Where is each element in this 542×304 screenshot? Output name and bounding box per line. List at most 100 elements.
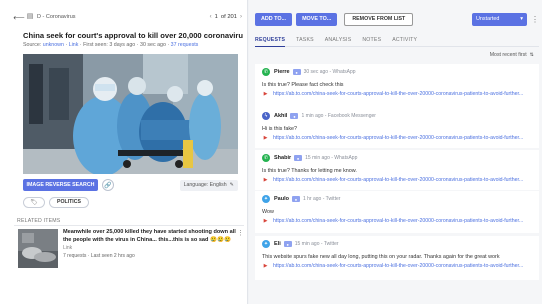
related-thumbnail[interactable] <box>18 229 58 268</box>
request-link[interactable]: ▶ https://ab.to.com/china-seek-for-court… <box>262 135 533 141</box>
sort-icon: ⇅ <box>529 52 534 58</box>
requester-name[interactable]: Eli <box>274 241 281 247</box>
related-items-heading: RELATED ITEMS <box>17 218 61 224</box>
pencil-icon: ✎ <box>229 182 234 188</box>
sort-selector[interactable]: Most recent first ⇅ <box>490 52 534 58</box>
messenger-icon: ϟ <box>262 112 270 120</box>
request-time: 1 hr ago - Twitter <box>302 196 341 202</box>
related-source[interactable]: Link <box>63 245 241 251</box>
more-options-icon[interactable]: ⋮ <box>531 13 539 26</box>
media-image[interactable] <box>23 54 238 174</box>
user-icon: ● <box>292 69 301 75</box>
detail-tabs: REQUESTS TASKS ANALYSIS NOTES ACTIVITY <box>255 35 539 47</box>
pager-current: 1 <box>214 14 218 20</box>
request-card: ✆ Pierre ● 30 sec ago - WhatsApp Is this… <box>255 64 539 108</box>
move-to-button[interactable]: MOVE TO... <box>296 12 338 26</box>
user-icon: ● <box>283 241 292 247</box>
status-value: Unstarted <box>476 16 500 22</box>
request-text: This website spurs fake new all day long… <box>262 254 500 260</box>
request-time: 15 min ago - Twitter <box>294 241 339 247</box>
media-title: China seek for court's approval to kill … <box>23 31 243 40</box>
request-link[interactable]: ▶ https://ab.to.com/china-seek-for-court… <box>262 263 533 269</box>
requester-name[interactable]: Shabir <box>274 155 291 161</box>
chevron-down-icon: ▾ <box>520 16 523 22</box>
more-options-icon[interactable]: ⋮ <box>237 229 244 237</box>
related-body: Meanwhile over 25,000 killed they have s… <box>63 229 241 269</box>
related-stats: 7 requests · Last seen 2 hrs ago <box>63 253 241 259</box>
request-link[interactable]: ▶ https://ab.to.com/china-seek-for-court… <box>262 177 533 183</box>
language-selector[interactable]: Language: English ✎ <box>179 179 238 191</box>
related-text[interactable]: Meanwhile over 25,000 killed they have s… <box>63 229 241 244</box>
request-url[interactable]: https://ab.to.com/china-seek-for-courts-… <box>273 218 523 224</box>
related-item[interactable]: Meanwhile over 25,000 killed they have s… <box>18 229 244 269</box>
meta-separator: · <box>136 42 139 48</box>
source-label: Source: <box>23 42 42 48</box>
media-detail-panel: ⟵ ▤ D - Coronavirus ‹ 1 of 201 › China s… <box>0 0 248 304</box>
request-link[interactable]: ▶ https://ab.to.com/china-seek-for-court… <box>262 218 533 224</box>
tab-tasks[interactable]: TASKS <box>296 35 314 47</box>
tab-notes[interactable]: NOTES <box>362 35 381 47</box>
request-url[interactable]: https://ab.to.com/china-seek-for-courts-… <box>273 263 523 269</box>
request-card: ✦ Eli ● 15 min ago - Twitter This websit… <box>255 236 539 280</box>
add-to-button[interactable]: ADD TO... <box>255 12 293 26</box>
chevron-right-icon[interactable]: › <box>240 14 242 20</box>
tab-analysis[interactable]: ANALYSIS <box>325 35 352 47</box>
chevron-left-icon[interactable]: ‹ <box>210 14 212 20</box>
youtube-icon: ▶ <box>263 91 268 97</box>
request-url[interactable]: https://ab.to.com/china-seek-for-courts-… <box>273 135 523 141</box>
twitter-icon: ✦ <box>262 240 270 248</box>
requester-name[interactable]: Paulo <box>274 196 289 202</box>
meta-separator: · <box>167 42 170 48</box>
first-seen: First seen: 3 days ago <box>83 42 136 48</box>
request-header: ✆ Pierre ● 30 sec ago - WhatsApp <box>262 68 533 76</box>
request-card: ✦ Paulo ● 1 hr ago - Twitter Wow ▶ https… <box>255 191 539 233</box>
pager: ‹ 1 of 201 › <box>210 14 242 20</box>
divider <box>14 225 244 226</box>
requests-panel: ADD TO... MOVE TO... REMOVE FROM LIST Un… <box>249 0 542 304</box>
sort-label: Most recent first <box>489 52 527 58</box>
meta-separator: · <box>79 42 82 48</box>
request-text: Hi is this fake? <box>262 126 298 132</box>
whatsapp-icon: ✆ <box>262 68 270 76</box>
user-icon: ● <box>290 113 299 119</box>
related-requests: 7 requests <box>63 253 87 259</box>
image-reverse-search-button[interactable]: IMAGE REVERSE SEARCH <box>23 179 98 191</box>
source-value[interactable]: unknown <box>43 42 64 48</box>
requester-name[interactable]: Akhil <box>274 113 287 119</box>
add-to-label: ADD TO... <box>261 16 287 22</box>
request-header: ✦ Eli ● 15 min ago - Twitter <box>262 240 533 248</box>
meta-separator: · <box>87 253 90 259</box>
tag-add-icon[interactable]: 🏷 <box>23 196 45 208</box>
back-arrow-icon[interactable]: ⟵ <box>13 12 24 22</box>
tag-chip[interactable]: POLITICS <box>49 196 89 208</box>
link-icon[interactable]: 🔗 <box>102 179 114 191</box>
status-select[interactable]: Unstarted ▾ <box>472 12 527 26</box>
request-text: Is this true? Thanks for letting me know… <box>262 168 357 174</box>
request-url[interactable]: https://ab.to.com/china-seek-for-courts-… <box>273 91 523 97</box>
pager-total: of 201 <box>220 14 237 20</box>
request-link[interactable]: ▶ https://ab.to.com/china-seek-for-court… <box>262 91 533 97</box>
requester-name[interactable]: Pierre <box>274 69 290 75</box>
breadcrumb[interactable]: D - Coronavirus <box>37 14 76 20</box>
request-card: ϟ Akhil ● 1 min ago - Facebook Messenger… <box>255 108 539 148</box>
requests-count[interactable]: 37 requests <box>171 42 199 48</box>
request-card: ✆ Shabir ● 15 min ago - WhatsApp Is this… <box>255 150 539 190</box>
tab-activity[interactable]: ACTIVITY <box>392 35 417 47</box>
related-last-seen: Last seen 2 hrs ago <box>90 253 135 259</box>
youtube-icon: ▶ <box>263 263 268 269</box>
request-url[interactable]: https://ab.to.com/china-seek-for-courts-… <box>273 177 523 183</box>
whatsapp-icon: ✆ <box>262 154 270 162</box>
tab-requests[interactable]: REQUESTS <box>255 35 286 47</box>
remove-from-list-button[interactable]: REMOVE FROM LIST <box>344 12 414 26</box>
request-text: Is this true? Please fact check this <box>262 82 344 88</box>
youtube-icon: ▶ <box>263 218 268 224</box>
user-icon: ● <box>291 196 300 202</box>
last-seen: 30 sec ago <box>140 42 166 48</box>
move-to-label: MOVE TO... <box>302 16 332 22</box>
list-icon: ▤ <box>26 13 34 20</box>
youtube-icon: ▶ <box>263 135 268 141</box>
twitter-icon: ✦ <box>262 195 270 203</box>
request-time: 30 sec ago - WhatsApp <box>303 69 356 75</box>
media-link[interactable]: Link <box>69 42 79 48</box>
app-window: ⟵ ▤ D - Coronavirus ‹ 1 of 201 › China s… <box>0 0 542 304</box>
